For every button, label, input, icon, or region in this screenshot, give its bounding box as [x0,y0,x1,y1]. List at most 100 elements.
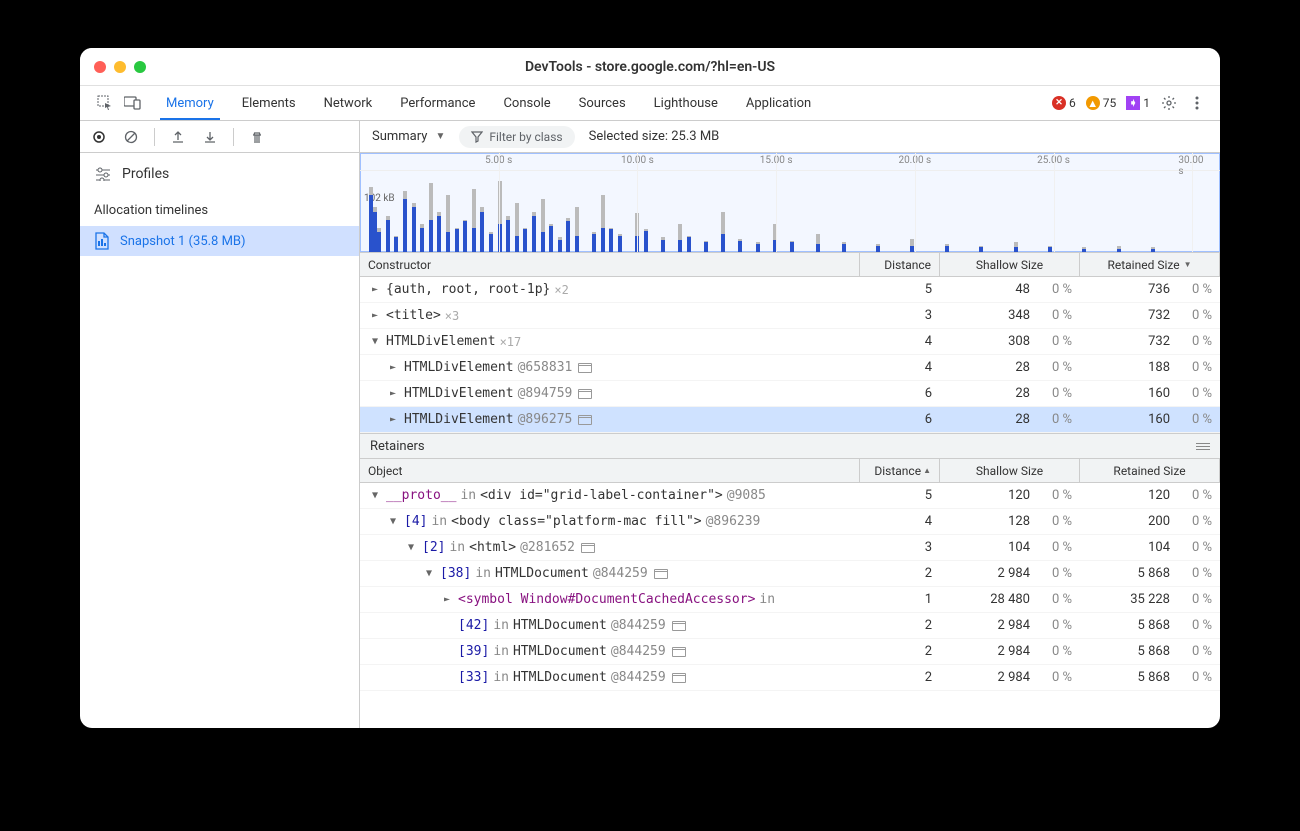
retainer-row[interactable]: ▼[38] in HTMLDocument @84425922 9840 %5 … [360,561,1220,587]
retainers-body: ▼__proto__ in <div id="grid-label-contai… [360,483,1220,691]
more-icon[interactable] [1188,94,1206,112]
table-row[interactable]: ►<title> ×333480 %7320 % [360,303,1220,329]
disclosure-triangle[interactable]: ▼ [408,542,418,553]
inspect-icon[interactable] [96,94,114,112]
tab-elements[interactable]: Elements [228,86,310,120]
disclosure-triangle[interactable]: ► [444,594,454,605]
tab-performance[interactable]: Performance [386,86,489,120]
table-row[interactable]: ►HTMLDivElement @6588314280 %1880 % [360,355,1220,381]
download-icon[interactable] [201,128,219,146]
view-select-label: Summary [372,129,427,144]
col-distance[interactable]: Distance [860,253,940,276]
retainer-row[interactable]: ▼__proto__ in <div id="grid-label-contai… [360,483,1220,509]
window-icon [672,673,686,683]
disclosure-triangle[interactable]: ► [390,388,400,399]
allocation-timelines-header: Allocation timelines [80,195,359,226]
snapshot-label: Snapshot 1 (35.8 MB) [120,234,246,249]
tab-sources[interactable]: Sources [565,86,640,120]
content: Summary ▼ Filter by class Selected size:… [360,121,1220,728]
table-row[interactable]: ▼HTMLDivElement ×1743080 %7320 % [360,329,1220,355]
tab-console[interactable]: Console [489,86,564,120]
devtools-window: DevTools - store.google.com/?hl=en-US Me… [80,48,1220,728]
chevron-down-icon: ▼ [435,131,445,142]
window-title: DevTools - store.google.com/?hl=en-US [80,59,1220,75]
disclosure-triangle[interactable]: ▼ [372,336,382,347]
constructor-table: Constructor Distance Shallow Size Retain… [360,253,1220,728]
retainer-row[interactable]: ▼[4] in <body class="platform-mac fill">… [360,509,1220,535]
warning-count: 75 [1103,96,1117,110]
filter-icon [471,131,483,143]
col-shallow-ret[interactable]: Shallow Size [940,459,1080,482]
profiles-header[interactable]: Profiles [80,153,359,195]
retainers-table-header: Object Distance Shallow Size Retained Si… [360,459,1220,483]
error-count: 6 [1069,96,1076,110]
table-header: Constructor Distance Shallow Size Retain… [360,253,1220,277]
table-row[interactable]: ►{auth, root, root-1p} ×25480 %7360 % [360,277,1220,303]
device-toggle-icon[interactable] [124,94,142,112]
retainers-menu-icon[interactable] [1196,443,1210,450]
sliders-icon [94,165,112,183]
col-retained[interactable]: Retained Size [1080,253,1220,276]
disclosure-triangle[interactable]: ▼ [390,516,400,527]
timeline-bars [360,171,1220,252]
content-toolbar: Summary ▼ Filter by class Selected size:… [360,121,1220,153]
issues-badge[interactable]: ➧1 [1126,96,1150,110]
minimize-window-button[interactable] [114,61,126,73]
error-badge[interactable]: ✕6 [1052,96,1076,110]
timeline[interactable]: 5.00 s10.00 s15.00 s20.00 s25.00 s30.00 … [360,153,1220,253]
gc-icon[interactable] [248,128,266,146]
issues-icon: ➧ [1126,96,1140,110]
window-icon [672,621,686,631]
retainer-row[interactable]: [39] in HTMLDocument @84425922 9840 %5 8… [360,639,1220,665]
window-icon [578,363,592,373]
window-icon [581,543,595,553]
disclosure-triangle[interactable]: ► [372,284,382,295]
col-shallow[interactable]: Shallow Size [940,253,1080,276]
window-icon [578,389,592,399]
retainer-row[interactable]: ▼[2] in <html> @28165231040 %1040 % [360,535,1220,561]
col-retained-ret[interactable]: Retained Size [1080,459,1220,482]
upload-icon[interactable] [169,128,187,146]
filter-by-class[interactable]: Filter by class [459,126,574,148]
disclosure-triangle[interactable]: ▼ [372,490,382,501]
view-select[interactable]: Summary ▼ [372,129,445,144]
warning-icon: ▲ [1086,96,1100,110]
table-body: ►{auth, root, root-1p} ×25480 %7360 %►<t… [360,277,1220,433]
tabbar: MemoryElementsNetworkPerformanceConsoleS… [80,86,1220,121]
sidebar-toolbar [80,121,359,153]
divider [233,128,234,146]
tab-memory[interactable]: Memory [152,86,228,120]
col-distance-ret[interactable]: Distance [860,459,940,482]
tab-application[interactable]: Application [732,86,825,120]
sidebar: Profiles Allocation timelines Snapshot 1… [80,121,360,728]
disclosure-triangle[interactable]: ► [390,362,400,373]
retainer-row[interactable]: [42] in HTMLDocument @84425922 9840 %5 8… [360,613,1220,639]
retainer-row[interactable]: [33] in HTMLDocument @84425922 9840 %5 8… [360,665,1220,691]
retainer-row[interactable]: ►<symbol Window#DocumentCachedAccessor> … [360,587,1220,613]
tab-lighthouse[interactable]: Lighthouse [640,86,732,120]
tab-network[interactable]: Network [310,86,387,120]
disclosure-triangle[interactable]: ► [372,310,382,321]
col-object[interactable]: Object [360,459,860,482]
clear-icon[interactable] [122,128,140,146]
col-constructor[interactable]: Constructor [360,253,860,276]
record-icon[interactable] [90,128,108,146]
settings-icon[interactable] [1160,94,1178,112]
snapshot-file-icon [94,232,110,250]
window-icon [578,415,592,425]
table-row[interactable]: ►HTMLDivElement @8962756280 %1600 % [360,407,1220,433]
main: Profiles Allocation timelines Snapshot 1… [80,121,1220,728]
table-row[interactable]: ►HTMLDivElement @8947596280 %1600 % [360,381,1220,407]
disclosure-triangle[interactable]: ► [390,414,400,425]
retainers-header[interactable]: Retainers [360,433,1220,459]
selected-size: Selected size: 25.3 MB [589,129,720,144]
disclosure-triangle[interactable]: ▼ [426,568,436,579]
profiles-label: Profiles [122,166,169,182]
filter-label: Filter by class [489,130,562,144]
window-icon [672,647,686,657]
warning-badge[interactable]: ▲75 [1086,96,1117,110]
snapshot-item[interactable]: Snapshot 1 (35.8 MB) [80,226,359,256]
window-icon [654,569,668,579]
close-window-button[interactable] [94,61,106,73]
maximize-window-button[interactable] [134,61,146,73]
